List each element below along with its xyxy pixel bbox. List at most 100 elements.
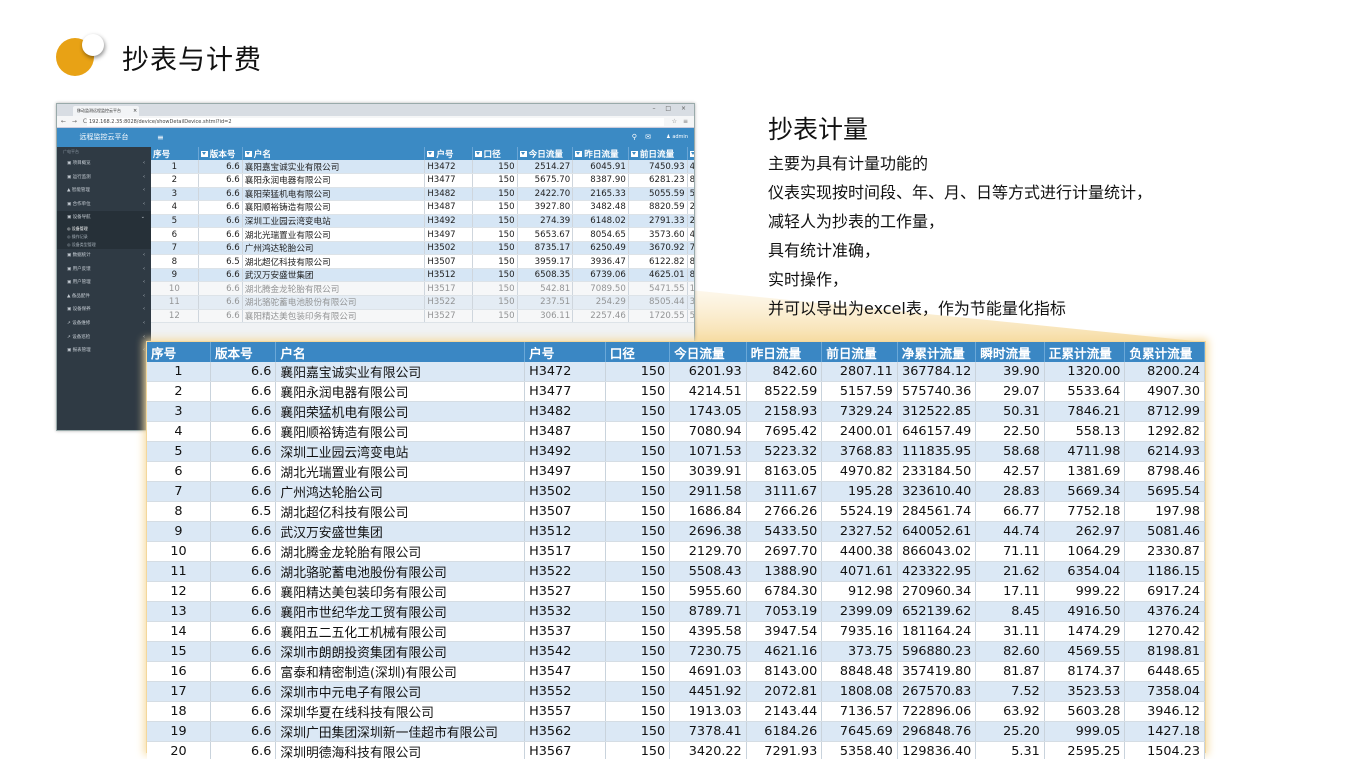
sidebar-item[interactable]: ▲ 智能管理 ‹ [57, 184, 151, 198]
table-row[interactable]: 11 6.6 湖北骆驼蓄电池股份有限公司 H3522 150 5508.43 1388.90… [147, 561, 1205, 582]
table-row[interactable]: 7 6.6 广州鸿达轮胎公司 H3502 150 8735.17 6250.49 3670.9… [151, 241, 694, 256]
star-icon[interactable]: ☆ ≡ [672, 116, 690, 128]
column-header[interactable]: 口径 [605, 342, 671, 362]
chevron-left-icon[interactable]: ‹ [143, 249, 145, 263]
notification-icons[interactable]: ⚲ ✉ [632, 128, 654, 147]
column-header[interactable]: 版本号 [210, 342, 277, 362]
column-header[interactable]: 序号 [147, 342, 211, 362]
close-icon[interactable]: × [133, 106, 137, 116]
sidebar-subitem[interactable]: ◎ 设备管理 [57, 224, 151, 233]
table-row[interactable]: 18 6.6 深圳华夏在线科技有限公司 H3557 150 1913.03 2143.44 7… [147, 701, 1205, 722]
table-row[interactable]: 4 6.6 襄阳顺裕铸造有限公司 H3487 150 7080.94 7695.42 2400… [147, 421, 1205, 442]
column-header[interactable]: 户号 [524, 342, 606, 362]
table-row[interactable]: 12 6.6 襄阳精达美包装印务有限公司 H3527 150 5955.60 6784.30… [147, 581, 1205, 602]
table-row[interactable]: 19 6.6 深圳广田集团深圳新一佳超市有限公司 H3562 150 7378.41 618… [147, 721, 1205, 742]
column-header[interactable]: 今日流量 [517, 147, 574, 160]
table-row[interactable]: 4 6.6 襄阳顺裕铸造有限公司 H3487 150 3927.80 3482.48 8820… [151, 200, 694, 215]
column-header[interactable]: 前日流量 [821, 342, 898, 362]
sidebar-item[interactable]: ▣ 合作单位 ‹ [57, 198, 151, 212]
filter-dropdown-icon[interactable] [689, 151, 694, 157]
filter-dropdown-icon[interactable] [474, 151, 482, 157]
column-header[interactable]: 户名 [242, 147, 426, 160]
table-row[interactable]: 10 6.6 湖北腾金龙轮胎有限公司 H3517 150 542.81 7089.50 547… [151, 281, 694, 296]
table-row[interactable]: 7 6.6 广州鸿达轮胎公司 H3502 150 2911.58 3111.67 195.28… [147, 481, 1205, 502]
chevron-left-icon[interactable]: ‹ [143, 276, 145, 290]
chevron-left-icon[interactable]: ‹ [143, 198, 145, 212]
column-header[interactable]: 昨日流量 [572, 147, 629, 160]
table-row[interactable]: 5 6.6 深圳工业园云湾变电站 H3492 150 1071.53 5223.32 3768… [147, 441, 1205, 462]
chevron-left-icon[interactable]: ‹ [143, 157, 145, 171]
table-row[interactable]: 3 6.6 襄阳荣猛机电有限公司 H3482 150 1743.05 2158.93 7329… [147, 401, 1205, 422]
sidebar-item[interactable]: ↗ 设备巡检 ‹ [57, 331, 151, 345]
url-input[interactable]: 192.168.2.35:8028/device/showDetailDevic… [87, 118, 664, 126]
nav-buttons[interactable]: ← → C [61, 116, 89, 128]
table-row[interactable]: 11 6.6 湖北骆驼蓄电池股份有限公司 H3522 150 237.51 254.29 85… [151, 295, 694, 310]
table-row[interactable]: 8 6.5 湖北超亿科技有限公司 H3507 150 3959.17 3936.47 6122… [151, 254, 694, 269]
filter-dropdown-icon[interactable] [630, 151, 638, 157]
table-row[interactable]: 9 6.6 武汉万安盛世集团 H3512 150 2696.38 5433.50 2327.5… [147, 521, 1205, 542]
table-row[interactable]: 6 6.6 湖北光瑞置业有限公司 H3497 150 3039.91 8163.05 4970… [147, 461, 1205, 482]
table-row[interactable]: 2 6.6 襄阳永润电器有限公司 H3477 150 4214.51 8522.59 5157… [147, 381, 1205, 402]
column-header[interactable]: 今日流量 [669, 342, 747, 362]
column-header[interactable]: 序号 [151, 147, 199, 160]
table-row[interactable]: 12 6.6 襄阳精达美包装印务有限公司 H3527 150 306.11 2257.46 1… [151, 309, 694, 324]
column-header[interactable]: 瞬时流量 [975, 342, 1045, 362]
browser-tab[interactable]: 移动监测远程监控云平台 [73, 106, 139, 116]
chevron-left-icon[interactable]: ‹ [143, 331, 145, 345]
sidebar-item[interactable]: ▣ 数据统计 ‹ [57, 249, 151, 263]
column-header[interactable]: 户名 [275, 342, 526, 362]
table-row[interactable]: 10 6.6 湖北腾金龙轮胎有限公司 H3517 150 2129.70 2697.70 44… [147, 541, 1205, 562]
table-cell: 襄阳嘉宝诚实业有限公司 [242, 160, 426, 175]
filter-dropdown-icon[interactable] [519, 151, 527, 157]
user-menu[interactable]: ♟ admin [666, 128, 688, 147]
table-row[interactable]: 20 6.6 深圳明德海科技有限公司 H3567 150 3420.22 7291.93 53… [147, 741, 1205, 759]
sidebar-item[interactable]: ↗ 设备维修 ‹ [57, 317, 151, 331]
sidebar-item[interactable]: ▣ 设备保养 ‹ [57, 303, 151, 317]
sidebar-item[interactable]: ▲ 备品配件 ‹ [57, 290, 151, 304]
chevron-left-icon[interactable]: ‹ [143, 290, 145, 304]
chevron-left-icon[interactable]: ‹ [143, 317, 145, 331]
table-row[interactable]: 17 6.6 深圳市中元电子有限公司 H3552 150 4451.92 2072.81 18… [147, 681, 1205, 702]
table-row[interactable]: 16 6.6 富泰和精密制造(深圳)有限公司 H3547 150 4691.03 8143.… [147, 661, 1205, 682]
table-row[interactable]: 5 6.6 深圳工业园云湾变电站 H3492 150 274.39 6148.02 2791.… [151, 214, 694, 229]
sidebar-item[interactable]: ▣ 报表管理 ‹ [57, 344, 151, 358]
window-controls[interactable]: – □ × [652, 105, 690, 112]
column-header[interactable]: 口径 [472, 147, 518, 160]
sidebar-subitem[interactable]: ◎ 设备类型管理 [57, 240, 151, 249]
filter-dropdown-icon[interactable] [244, 151, 252, 157]
filter-dropdown-icon[interactable] [200, 151, 208, 157]
table-row[interactable]: 2 6.6 襄阳永润电器有限公司 H3477 150 5675.70 8387.90 6281… [151, 173, 694, 188]
chevron-down-icon[interactable]: ⌄ [141, 211, 145, 225]
sidebar-subitem[interactable]: ◎ 操作记录 [57, 232, 151, 241]
sidebar-item[interactable]: ▣ 设备导航 ⌄ [57, 211, 151, 225]
column-header[interactable]: 前日流量 [628, 147, 688, 160]
table-row[interactable]: 3 6.6 襄阳荣猛机电有限公司 H3482 150 2422.70 2165.33 5055… [151, 187, 694, 202]
column-header[interactable]: 昨日流量 [746, 342, 823, 362]
sidebar-item[interactable]: ▣ 运行监测 ‹ [57, 171, 151, 185]
sidebar-item[interactable]: ▣ 用户反馈 ‹ [57, 263, 151, 277]
chevron-left-icon[interactable]: ‹ [143, 263, 145, 277]
table-row[interactable]: 6 6.6 湖北光瑞置业有限公司 H3497 150 5653.67 8054.65 3573… [151, 227, 694, 242]
column-header[interactable]: 正累计流量 [1044, 342, 1126, 362]
table-row[interactable]: 15 6.6 深圳市朗朗投资集团有限公司 H3542 150 7230.75 4621.16… [147, 641, 1205, 662]
menu-icon[interactable]: ≡ [157, 128, 164, 147]
sidebar-item[interactable]: ▣ 项目概览 ‹ [57, 157, 151, 171]
sidebar-item[interactable]: ▣ 用户管理 ‹ [57, 276, 151, 290]
chevron-left-icon[interactable]: ‹ [143, 171, 145, 185]
table-row[interactable]: 9 6.6 武汉万安盛世集团 H3512 150 6508.35 6739.06 4625.0… [151, 268, 694, 283]
filter-dropdown-icon[interactable] [575, 151, 583, 157]
chevron-left-icon[interactable]: ‹ [143, 344, 145, 358]
table-row[interactable]: 1 6.6 襄阳嘉宝诚实业有限公司 H3472 150 6201.93 842.60 2807… [147, 362, 1205, 382]
chevron-left-icon[interactable]: ‹ [143, 303, 145, 317]
table-row[interactable]: 14 6.6 襄阳五二五化工机械有限公司 H3537 150 4395.58 3947.54… [147, 621, 1205, 642]
table-row[interactable]: 8 6.5 湖北超亿科技有限公司 H3507 150 1686.84 2766.26 5524… [147, 501, 1205, 522]
column-header[interactable]: 户号 [424, 147, 473, 160]
column-header[interactable]: 净累计流量 [897, 342, 977, 362]
column-header[interactable]: 版本号 [198, 147, 243, 160]
table-row[interactable]: 1 6.6 襄阳嘉宝诚实业有限公司 H3472 150 2514.27 6045.91 745… [151, 160, 694, 175]
column-header[interactable]: 负累计流量 [1124, 342, 1205, 362]
table-row[interactable]: 13 6.6 襄阳市世纪华龙工贸有限公司 H3532 150 8789.71 7053.19… [147, 601, 1205, 622]
chevron-left-icon[interactable]: ‹ [143, 184, 145, 198]
filter-dropdown-icon[interactable] [427, 151, 435, 157]
column-header[interactable]: 净 [687, 147, 694, 160]
